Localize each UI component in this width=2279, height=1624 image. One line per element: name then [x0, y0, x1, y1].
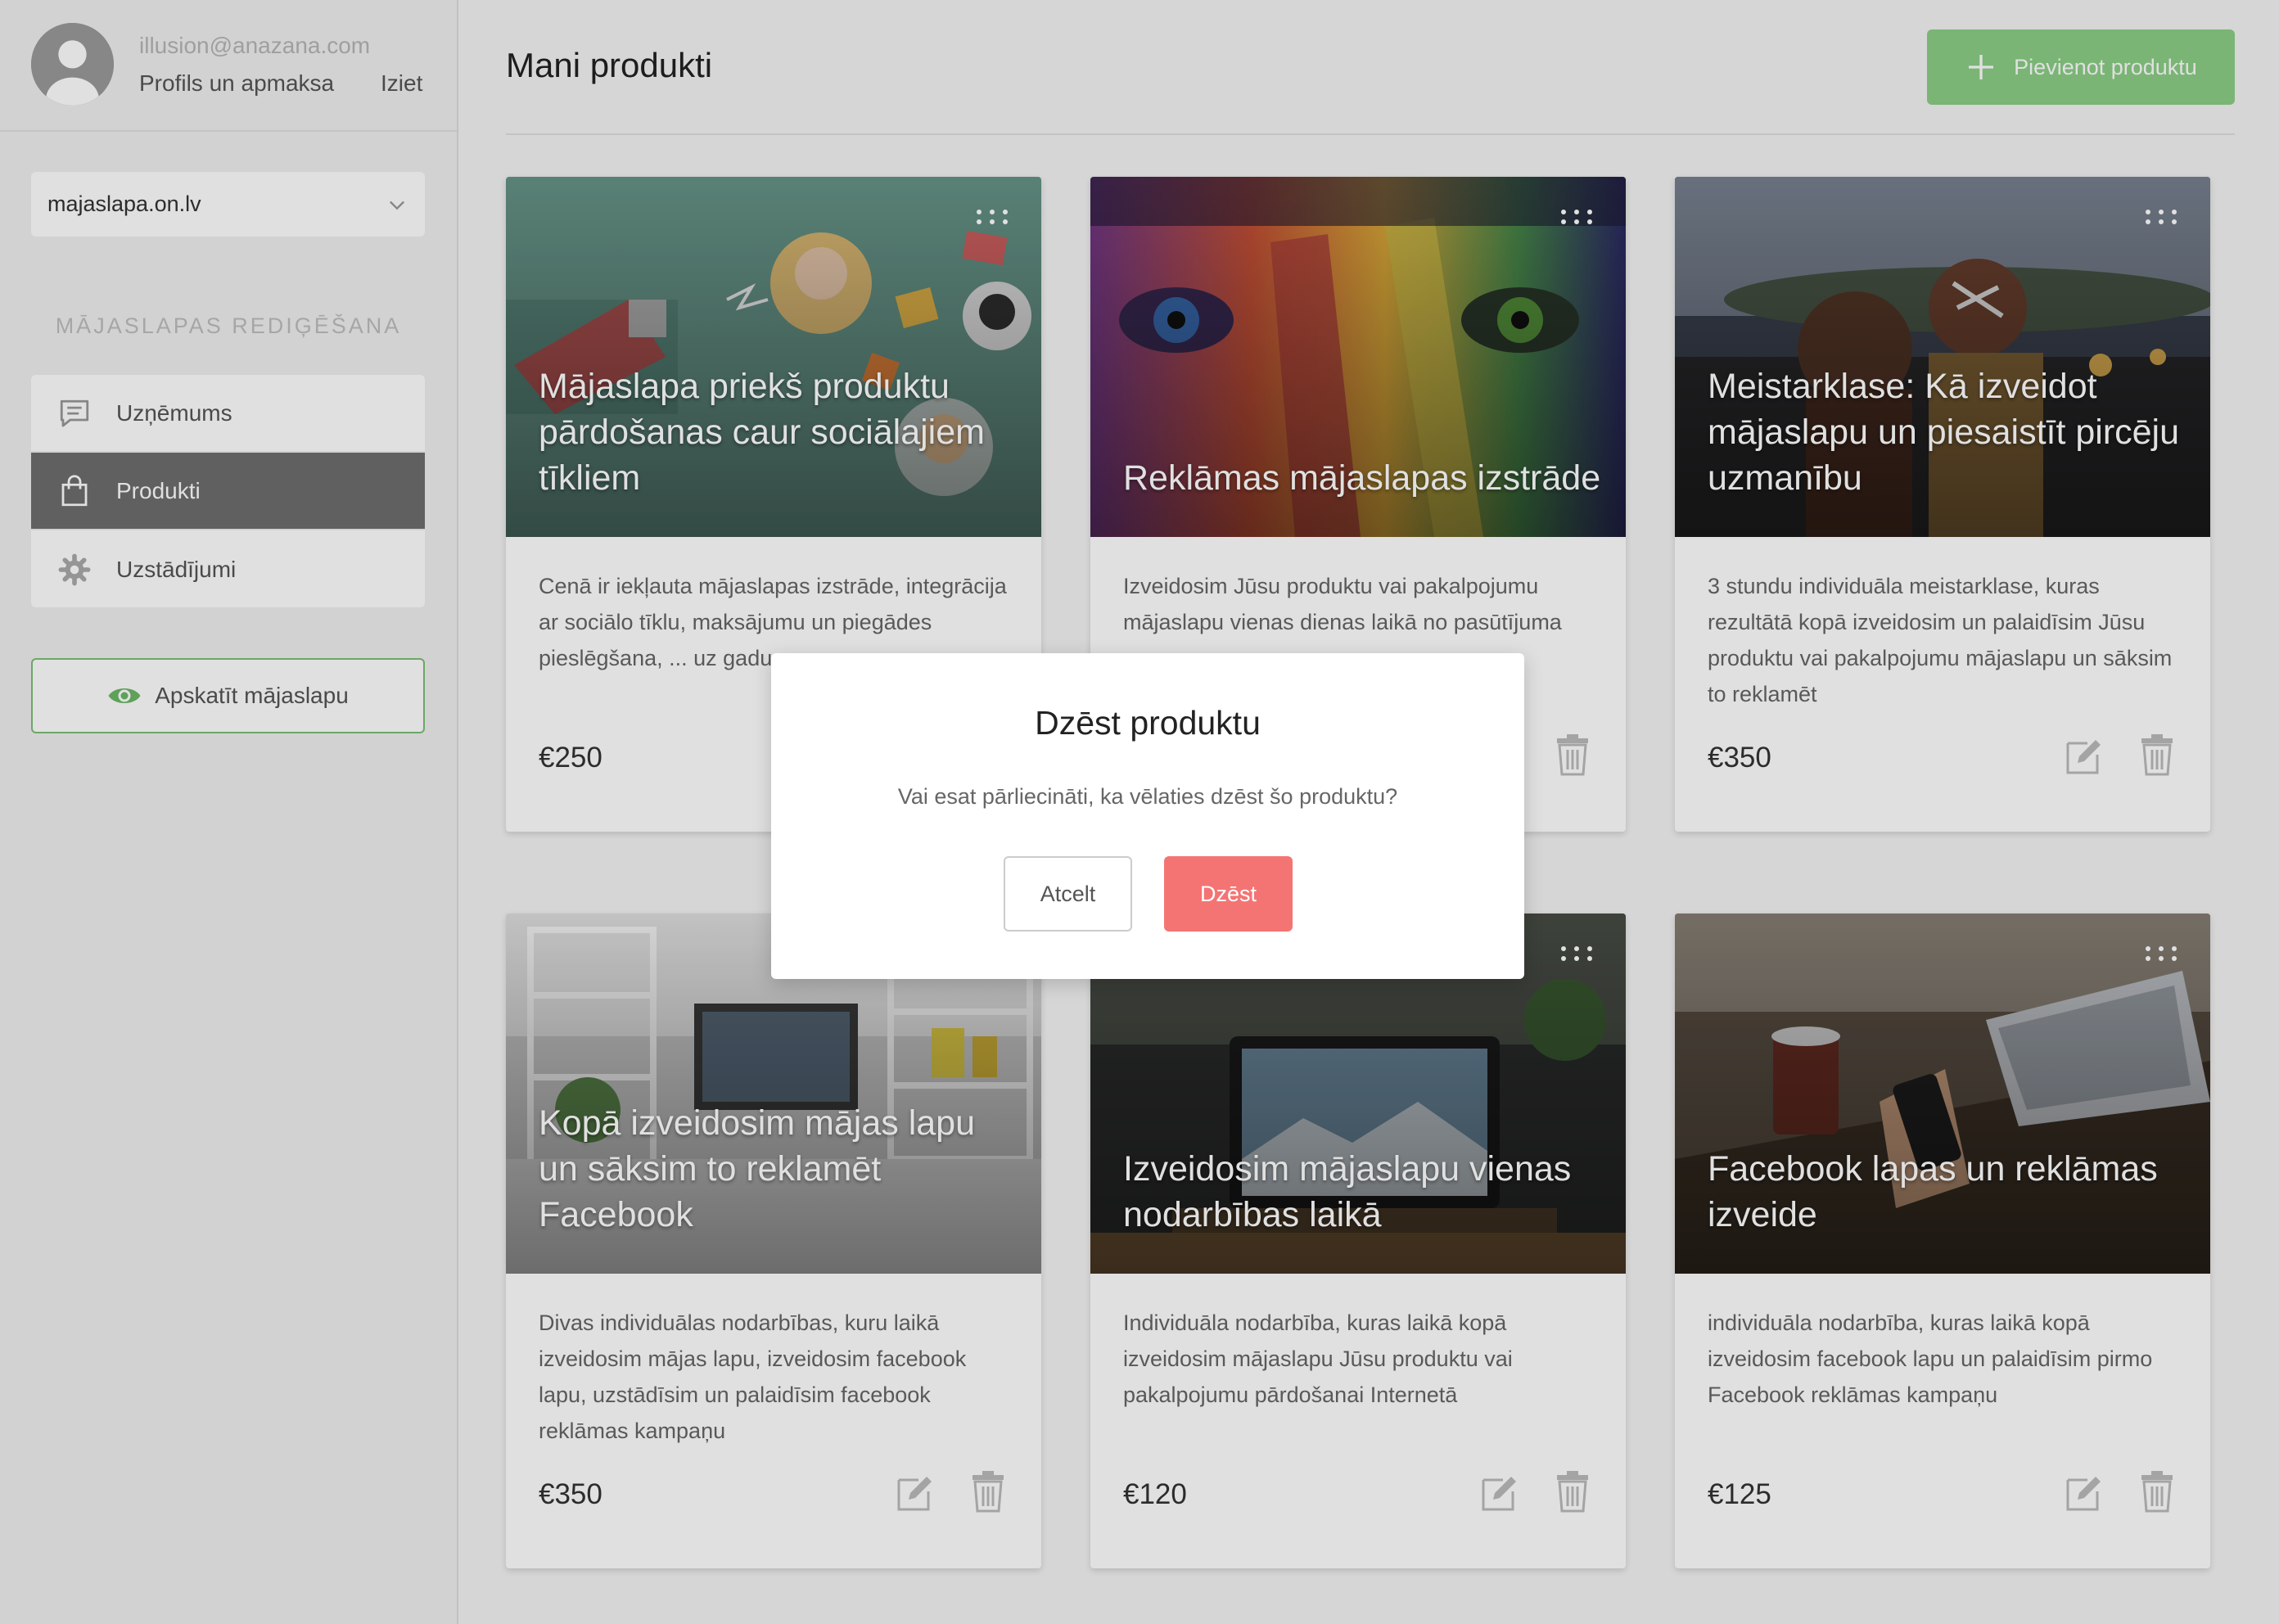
dialog-message: Vai esat pārliecināti, ka vēlaties dzēst… [897, 784, 1398, 809]
cancel-button[interactable]: Atcelt [1004, 856, 1132, 932]
dialog-title: Dzēst produktu [1035, 704, 1261, 742]
delete-button[interactable]: Dzēst [1164, 856, 1293, 932]
delete-product-dialog: Dzēst produktu Vai esat pārliecināti, ka… [771, 653, 1524, 979]
